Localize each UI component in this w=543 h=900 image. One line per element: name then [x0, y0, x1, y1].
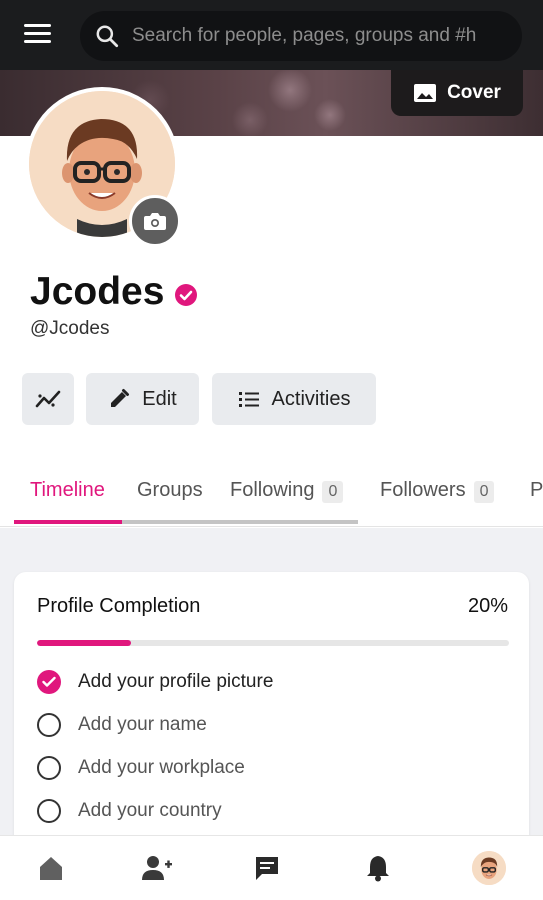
change-photo-button[interactable]	[129, 195, 181, 247]
cover-button-label: Cover	[447, 82, 501, 103]
profile-tabs: Timeline Groups Following 0 Followers 0 P	[0, 455, 543, 527]
tab-timeline[interactable]: Timeline	[30, 479, 105, 502]
profile-name: Jcodes	[30, 270, 165, 313]
profile-completion-card: Profile Completion 20% Add your profile …	[14, 572, 529, 862]
messages-icon	[256, 857, 278, 880]
completion-progress-bar	[37, 640, 509, 646]
completion-percent: 20%	[467, 595, 508, 617]
empty-circle-icon	[37, 756, 61, 780]
activities-button[interactable]: Activities	[212, 373, 376, 425]
tab-more[interactable]: P	[530, 479, 543, 502]
tab-following[interactable]: Following 0	[230, 479, 344, 503]
empty-circle-icon	[37, 713, 61, 737]
cover-button[interactable]: Cover	[391, 70, 523, 116]
tabs-scrollbar[interactable]	[122, 520, 358, 524]
followers-count-badge: 0	[473, 481, 495, 503]
search-input[interactable]	[132, 25, 502, 47]
nav-messages[interactable]	[247, 850, 287, 886]
stats-button[interactable]	[22, 373, 74, 425]
add-friend-icon	[142, 856, 172, 880]
task-country[interactable]: Add your country	[37, 797, 222, 825]
profile-handle: @Jcodes	[30, 318, 110, 339]
nav-home[interactable]	[31, 850, 71, 886]
active-tab-indicator	[14, 520, 122, 524]
task-label: Add your profile picture	[78, 671, 274, 692]
image-icon	[414, 84, 437, 102]
activities-button-label: Activities	[271, 387, 351, 410]
edit-button-label: Edit	[142, 387, 177, 410]
task-workplace[interactable]: Add your workplace	[37, 754, 245, 782]
following-count-badge: 0	[322, 481, 344, 503]
tab-groups[interactable]: Groups	[137, 479, 203, 502]
hamburger-menu-icon[interactable]	[24, 24, 54, 48]
search-icon	[96, 25, 119, 48]
bottom-navigation	[0, 835, 543, 900]
pencil-icon	[111, 389, 130, 407]
nav-profile[interactable]	[469, 850, 509, 886]
tab-followers[interactable]: Followers 0	[380, 479, 495, 503]
top-bar	[0, 0, 543, 70]
edit-button[interactable]: Edit	[86, 373, 199, 425]
task-profile-picture[interactable]: Add your profile picture	[37, 668, 273, 696]
empty-circle-icon	[37, 799, 61, 823]
completion-progress-fill	[37, 640, 132, 646]
task-label: Add your workplace	[78, 757, 245, 778]
home-icon	[40, 857, 62, 880]
trending-icon	[35, 390, 61, 408]
camera-icon	[144, 213, 166, 230]
task-label: Add your country	[78, 800, 222, 821]
completion-title: Profile Completion	[37, 595, 201, 617]
task-label: Add your name	[78, 714, 207, 735]
notifications-icon	[367, 856, 389, 882]
nav-add-friend[interactable]	[137, 850, 177, 886]
task-name[interactable]: Add your name	[37, 711, 207, 739]
list-icon	[238, 392, 259, 407]
verified-check-icon	[175, 284, 197, 306]
profile-avatar-small	[472, 851, 506, 885]
nav-notifications[interactable]	[358, 850, 398, 886]
check-circle-icon	[37, 670, 61, 694]
search-bar[interactable]	[80, 11, 522, 61]
